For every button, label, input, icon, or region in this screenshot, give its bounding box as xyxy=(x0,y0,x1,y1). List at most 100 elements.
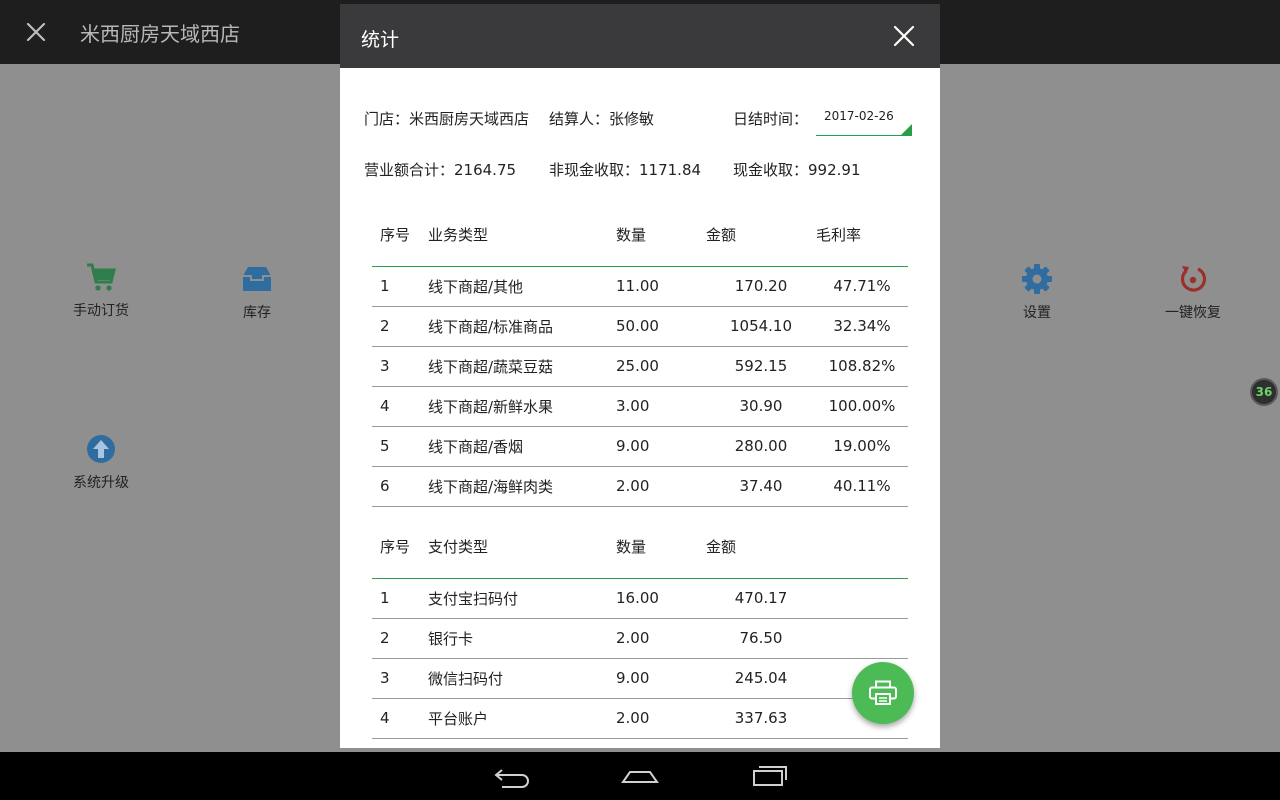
business-type-table: 序号 业务类型 数量 金额 毛利率 1 线下商超/其他 11.00 170.20 47.… xyxy=(372,204,908,507)
dialog-header: 统计 xyxy=(340,4,940,68)
table-cell: 3 xyxy=(380,357,390,375)
table-cell: 19.00% xyxy=(833,437,891,455)
table-cell: 4 xyxy=(380,397,390,415)
statistics-dialog: 统计 门店：米西厨房天域西店 结算人：张修敏 日结时间： 2017-02-26 … xyxy=(340,4,940,748)
table-row: 1 线下商超/其他 11.00 170.20 47.71% xyxy=(372,266,908,306)
restore-icon xyxy=(1180,266,1207,292)
table-row: 4 线下商超/新鲜水果 3.00 30.90 100.00% xyxy=(372,386,908,426)
tile-system-upgrade[interactable]: 系统升级 xyxy=(41,432,161,492)
table-cell: 30.90 xyxy=(739,397,783,415)
print-button[interactable] xyxy=(852,662,914,724)
table-cell: 线下商超/蔬菜豆菇 xyxy=(428,357,554,376)
settlement-date-value: 2017-02-26 xyxy=(824,109,894,123)
table-cell: 1054.10 xyxy=(729,317,793,335)
business-rows: 1 线下商超/其他 11.00 170.20 47.71% 2 线下商超/标准商品 50.00… xyxy=(372,266,908,506)
table-row: 3 线下商超/蔬菜豆菇 25.00 592.15 108.82% xyxy=(372,346,908,386)
upgrade-icon xyxy=(87,435,115,463)
col-header: 数量 xyxy=(616,226,647,245)
payment-rows: 1 支付宝扫码付 16.00 470.17 2 银行卡 2.00 76.50 3 微信扫码付 9.0… xyxy=(372,578,908,738)
table-cell: 线下商超/新鲜水果 xyxy=(428,397,554,416)
table-row: 2 线下商超/标准商品 50.00 1054.10 32.34% xyxy=(372,306,908,346)
table-row: 5 线下商超/香烟 9.00 280.00 19.00% xyxy=(372,426,908,466)
table-cell: 3.00 xyxy=(616,397,650,415)
tile-settings[interactable]: 设置 xyxy=(977,262,1097,322)
close-icon[interactable] xyxy=(892,24,916,48)
table-cell: 9.00 xyxy=(616,437,650,455)
tile-inventory[interactable]: 库存 xyxy=(197,262,317,322)
cart-icon xyxy=(87,263,116,291)
table-row: 3 微信扫码付 9.00 245.04 xyxy=(372,658,908,698)
store-name: 门店：米西厨房天域西店 xyxy=(364,110,530,128)
tile-label: 设置 xyxy=(1023,305,1051,321)
table-row: 1 支付宝扫码付 16.00 470.17 xyxy=(372,578,908,618)
table-header-row: 序号 支付类型 数量 金额 xyxy=(372,516,908,578)
table-cell: 2 xyxy=(380,317,390,335)
table-row: 4 平台账户 2.00 337.63 xyxy=(372,698,908,738)
cash-total: 现金收取：992.91 xyxy=(733,161,861,179)
table-cell: 25.00 xyxy=(616,357,659,375)
table-cell: 40.11% xyxy=(833,477,891,495)
table-cell: 76.50 xyxy=(739,629,783,647)
table-cell: 平台账户 xyxy=(428,709,489,728)
system-nav-bar xyxy=(0,752,1280,800)
floating-counter-badge[interactable]: 36 xyxy=(1250,378,1278,406)
settlement-date-label: 日结时间： xyxy=(733,110,809,128)
table-cell: 线下商超/海鲜肉类 xyxy=(428,477,554,496)
table-cell: 592.15 xyxy=(734,357,788,375)
table-cell: 245.04 xyxy=(734,669,788,687)
inbox-icon xyxy=(243,267,271,291)
payment-type-table: 序号 支付类型 数量 金额 1 支付宝扫码付 16.00 470.17 2 银行卡 2.00… xyxy=(372,516,908,739)
gear-icon xyxy=(1022,264,1052,294)
printer-icon xyxy=(869,680,897,705)
table-cell: 32.34% xyxy=(833,317,891,335)
table-cell: 线下商超/其他 xyxy=(428,277,524,296)
col-header: 序号 xyxy=(380,538,411,557)
table-cell xyxy=(816,618,908,658)
app-title: 米西厨房天域西店 xyxy=(80,22,240,46)
table-cell: 470.17 xyxy=(734,589,788,607)
col-header: 数量 xyxy=(616,538,647,557)
col-header: 金额 xyxy=(706,226,737,245)
table-cell: 11.00 xyxy=(616,277,659,295)
table-cell: 6 xyxy=(380,477,390,495)
tile-label: 一键恢复 xyxy=(1165,305,1221,321)
settler-name: 结算人：张修敏 xyxy=(549,110,655,128)
table-cell: 2.00 xyxy=(616,629,650,647)
table-cell: 5 xyxy=(380,437,390,455)
table-cell: 50.00 xyxy=(616,317,659,335)
col-header: 业务类型 xyxy=(428,226,489,245)
table-cell: 2.00 xyxy=(616,477,650,495)
table-cell: 2 xyxy=(380,629,390,647)
table-row: 6 线下商超/海鲜肉类 2.00 37.40 40.11% xyxy=(372,466,908,506)
table-cell: 3 xyxy=(380,669,390,687)
recent-apps-icon[interactable] xyxy=(750,762,790,790)
table-cell: 线下商超/标准商品 xyxy=(428,317,554,336)
settlement-date-picker[interactable]: 2017-02-26 xyxy=(816,104,912,136)
table-cell: 支付宝扫码付 xyxy=(428,589,519,608)
table-cell: 100.00% xyxy=(828,397,896,415)
col-header-empty xyxy=(816,516,908,578)
close-icon[interactable] xyxy=(22,18,50,46)
table-cell: 4 xyxy=(380,709,390,727)
home-icon[interactable] xyxy=(620,762,660,790)
back-icon[interactable] xyxy=(492,762,532,790)
col-header: 支付类型 xyxy=(428,538,489,557)
table-cell xyxy=(816,578,908,618)
table-cell: 108.82% xyxy=(828,357,896,375)
tile-manual-order[interactable]: 手动订货 xyxy=(41,260,161,320)
tile-restore[interactable]: 一键恢复 xyxy=(1133,262,1253,322)
col-header: 序号 xyxy=(380,226,411,245)
table-cell: 337.63 xyxy=(734,709,788,727)
table-cell: 2.00 xyxy=(616,709,650,727)
table-cell: 微信扫码付 xyxy=(428,669,504,688)
revenue-total: 营业额合计：2164.75 xyxy=(364,161,517,179)
col-header: 毛利率 xyxy=(816,226,862,245)
tile-label: 库存 xyxy=(243,305,271,321)
table-cell: 37.40 xyxy=(739,477,783,495)
table-cell: 280.00 xyxy=(734,437,788,455)
tile-label: 手动订货 xyxy=(73,303,129,319)
table-header-row: 序号 业务类型 数量 金额 毛利率 xyxy=(372,204,908,266)
tile-label: 系统升级 xyxy=(73,475,129,491)
table-row: 2 银行卡 2.00 76.50 xyxy=(372,618,908,658)
dialog-title: 统计 xyxy=(361,29,400,51)
